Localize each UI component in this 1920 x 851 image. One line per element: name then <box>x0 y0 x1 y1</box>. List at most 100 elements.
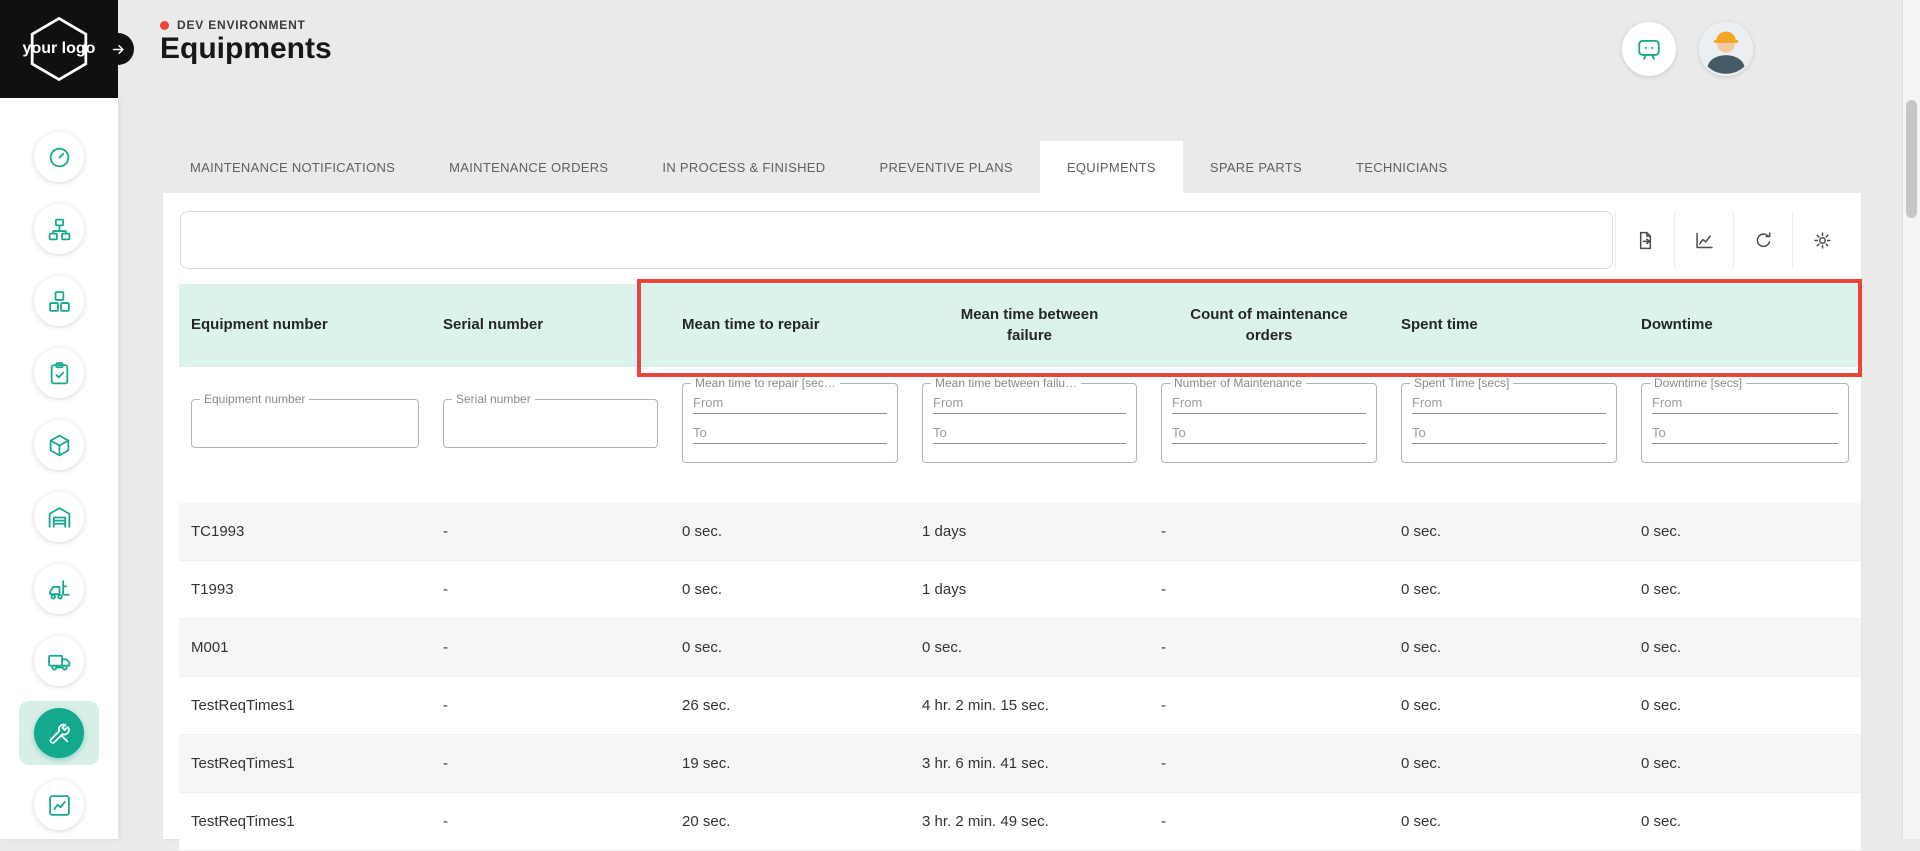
table-toolbar <box>163 193 1861 284</box>
sidebar-item-logistics[interactable] <box>0 625 118 697</box>
filter-box: Mean time to repair [sec… <box>682 383 898 463</box>
table-cell: M001 <box>179 639 431 656</box>
logo: your logo <box>0 0 118 98</box>
chat-icon <box>1636 36 1662 62</box>
sitemap-icon <box>34 204 84 254</box>
column-header[interactable]: Mean time between failure <box>910 305 1149 346</box>
content-card: Equipment numberSerial numberMean time t… <box>163 193 1861 839</box>
table-cell: 0 sec. <box>1629 813 1861 830</box>
filter-cell: Number of Maintenance <box>1149 383 1389 463</box>
table-header-row: Equipment numberSerial numberMean time t… <box>179 284 1861 367</box>
sidebar-item-forklift[interactable] <box>0 553 118 625</box>
column-header[interactable]: Mean time to repair <box>670 315 910 335</box>
column-header[interactable]: Count of maintenance orders <box>1149 305 1389 346</box>
filter-from-input[interactable] <box>1412 395 1606 414</box>
table-cell: 3 hr. 2 min. 49 sec. <box>910 813 1149 830</box>
table-cell: 0 sec. <box>1389 523 1629 540</box>
arrow-right-icon <box>111 42 126 57</box>
support-chat-button[interactable] <box>1622 22 1676 76</box>
sidebar-item-checklists[interactable] <box>0 337 118 409</box>
table-cell: 0 sec. <box>670 581 910 598</box>
table-row[interactable]: M001-0 sec.0 sec.-0 sec.0 sec. <box>179 619 1861 677</box>
env-dot-icon <box>160 21 169 30</box>
scrollbar-thumb[interactable] <box>1906 100 1917 218</box>
tab-technicians[interactable]: TECHNICIANS <box>1329 141 1474 193</box>
vertical-scrollbar[interactable] <box>1902 0 1920 839</box>
filter-cell: Equipment number <box>179 383 431 448</box>
filter-to-input[interactable] <box>693 425 887 444</box>
table-cell: - <box>1149 581 1389 598</box>
forklift-icon <box>34 564 84 614</box>
tab-equipments[interactable]: EQUIPMENTS <box>1040 141 1183 193</box>
table-cell: 0 sec. <box>1389 813 1629 830</box>
filter-label: Spent Time [secs] <box>1410 376 1513 390</box>
gauge-icon <box>34 132 84 182</box>
filter-cell: Spent Time [secs] <box>1389 383 1629 463</box>
table-cell: 0 sec. <box>1629 697 1861 714</box>
tools-icon <box>34 708 84 758</box>
tab-maintenance-notifications[interactable]: MAINTENANCE NOTIFICATIONS <box>163 141 422 193</box>
column-header[interactable]: Serial number <box>431 315 670 335</box>
filter-from-input[interactable] <box>693 395 887 414</box>
table-row[interactable]: TC1993-0 sec.1 days-0 sec.0 sec. <box>179 503 1861 561</box>
filter-to-input[interactable] <box>933 425 1126 444</box>
table-cell: - <box>1149 523 1389 540</box>
table-row[interactable]: TestReqTimes1-20 sec.3 hr. 2 min. 49 sec… <box>179 793 1861 851</box>
tab-maintenance-orders[interactable]: MAINTENANCE ORDERS <box>422 141 635 193</box>
table-cell: 0 sec. <box>1629 639 1861 656</box>
table-cell: 26 sec. <box>670 697 910 714</box>
column-header[interactable]: Equipment number <box>179 315 431 335</box>
filter-cell: Serial number <box>431 383 670 448</box>
table-cell: 1 days <box>910 581 1149 598</box>
filter-text-input[interactable] <box>444 400 657 447</box>
filter-from-input[interactable] <box>1172 395 1366 414</box>
sidebar-item-reports[interactable] <box>0 769 118 841</box>
refresh-button[interactable] <box>1733 211 1792 269</box>
table-cell: - <box>1149 755 1389 772</box>
filter-cell: Mean time between failu… <box>910 383 1149 463</box>
analytics-button[interactable] <box>1674 211 1733 269</box>
filter-text-input[interactable] <box>192 400 418 447</box>
table-cell: - <box>1149 697 1389 714</box>
line-chart-icon <box>1694 230 1715 251</box>
sidebar-item-production[interactable] <box>0 265 118 337</box>
column-header[interactable]: Downtime <box>1629 315 1861 335</box>
filter-to-input[interactable] <box>1652 425 1838 444</box>
tab-in-process-finished[interactable]: IN PROCESS & FINISHED <box>635 141 852 193</box>
table-cell: TestReqTimes1 <box>179 697 431 714</box>
filter-to-input[interactable] <box>1172 425 1366 444</box>
table-row[interactable]: T1993-0 sec.1 days-0 sec.0 sec. <box>179 561 1861 619</box>
filter-cell: Mean time to repair [sec… <box>670 383 910 463</box>
filter-label: Downtime [secs] <box>1650 376 1746 390</box>
table-cell: 1 days <box>910 523 1149 540</box>
export-button[interactable] <box>1615 211 1674 269</box>
tab-preventive-plans[interactable]: PREVENTIVE PLANS <box>852 141 1039 193</box>
sidebar-item-dashboard[interactable] <box>0 121 118 193</box>
tab-spare-parts[interactable]: SPARE PARTS <box>1183 141 1329 193</box>
column-header[interactable]: Spent time <box>1389 315 1629 335</box>
table-cell: 0 sec. <box>1389 639 1629 656</box>
filter-to-input[interactable] <box>1412 425 1606 444</box>
warehouse-icon <box>34 492 84 542</box>
sidebar-item-inventory[interactable] <box>0 409 118 481</box>
avatar <box>1699 22 1753 76</box>
table-filter-bar[interactable] <box>180 211 1613 269</box>
sidebar-item-maintenance[interactable] <box>0 697 118 769</box>
table-cell: 0 sec. <box>1389 697 1629 714</box>
sidebar-item-workflows[interactable] <box>0 193 118 265</box>
truck-icon <box>34 636 84 686</box>
table-cell: - <box>1149 639 1389 656</box>
table-cell: 0 sec. <box>1629 523 1861 540</box>
table-cell: 0 sec. <box>670 639 910 656</box>
page-title: Equipments <box>160 32 332 66</box>
sidebar-collapse-button[interactable] <box>102 33 134 65</box>
sidebar-item-warehouse[interactable] <box>0 481 118 553</box>
user-avatar-button[interactable] <box>1699 22 1753 76</box>
filter-label: Number of Maintenance <box>1170 376 1306 390</box>
filter-from-input[interactable] <box>933 395 1126 414</box>
table-cell: T1993 <box>179 581 431 598</box>
table-row[interactable]: TestReqTimes1-26 sec.4 hr. 2 min. 15 sec… <box>179 677 1861 735</box>
table-row[interactable]: TestReqTimes1-19 sec.3 hr. 6 min. 41 sec… <box>179 735 1861 793</box>
filter-from-input[interactable] <box>1652 395 1838 414</box>
settings-button[interactable] <box>1792 211 1851 269</box>
